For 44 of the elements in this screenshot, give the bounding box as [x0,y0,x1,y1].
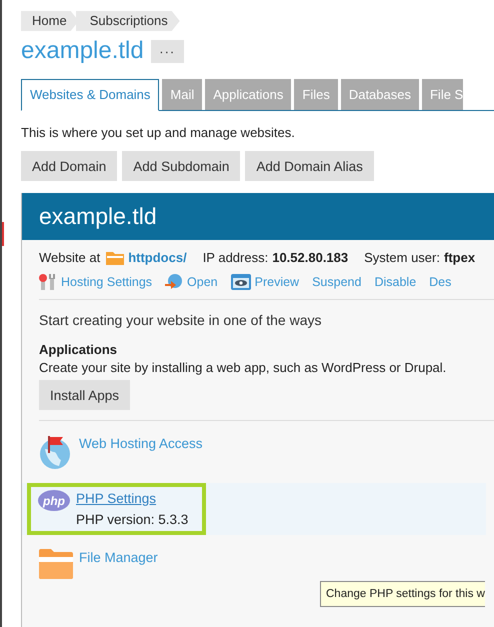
action-link[interactable]: Preview [254,275,300,289]
section-description: Create your site by installing a web app, such as WordPress or Drupal. [38,359,448,375]
php-version: PHP version: 5.3.3 [76,512,188,527]
tab[interactable]: Files [294,79,338,110]
globe-icon [165,274,184,290]
info-label: Website at [39,250,100,265]
system-user: ftpex [444,250,476,265]
tab[interactable]: Mail [162,79,202,110]
intro-text: This is where you set up and manage websites. [21,125,296,140]
preview-icon [230,274,251,290]
add-button[interactable]: Add Domain [21,151,118,181]
install-apps-button[interactable]: Install Apps [39,380,130,410]
globe-flag-icon [39,435,73,469]
tool-link[interactable]: PHP Settings [76,491,188,506]
domain-title: example.tld [39,203,157,230]
side-marker [2,222,4,246]
more-button[interactable]: ··· [150,40,184,62]
info-label: IP address: [202,250,268,265]
breadcrumb-link[interactable]: Subscriptions [76,11,180,31]
tab[interactable]: Websites & Domains [21,79,160,111]
breadcrumb-link[interactable]: Home [21,11,79,31]
folder-icon [106,250,124,264]
action-link[interactable]: Suspend [312,275,362,289]
tab[interactable]: Applications [205,79,292,110]
action-link[interactable]: Open [187,275,218,289]
php-logo-icon: php [38,490,70,511]
tab[interactable]: Databases [340,79,419,110]
ip-address: 10.52.80.183 [272,250,348,265]
add-button[interactable]: Add Subdomain [122,151,240,181]
tab[interactable]: File S [422,79,464,110]
action-link[interactable]: Hosting Settings [61,275,152,289]
section-heading: Applications [38,341,118,357]
tooltip: Change PHP settings for this w [320,581,485,607]
start-text: Start creating your website in one of the ways [38,311,322,328]
page-title: example.tld [21,37,144,65]
info-label: System user: [364,250,440,265]
document-root-link[interactable]: httpdocs/ [128,250,187,265]
tool-link[interactable]: File Manager [79,550,158,565]
add-button[interactable]: Add Domain Alias [245,151,374,181]
folder-icon [39,549,73,579]
tools-icon [39,274,57,290]
tool-link[interactable]: Web Hosting Access [79,436,203,451]
action-link[interactable]: Disable [374,275,416,289]
action-link[interactable]: Des [429,275,452,289]
